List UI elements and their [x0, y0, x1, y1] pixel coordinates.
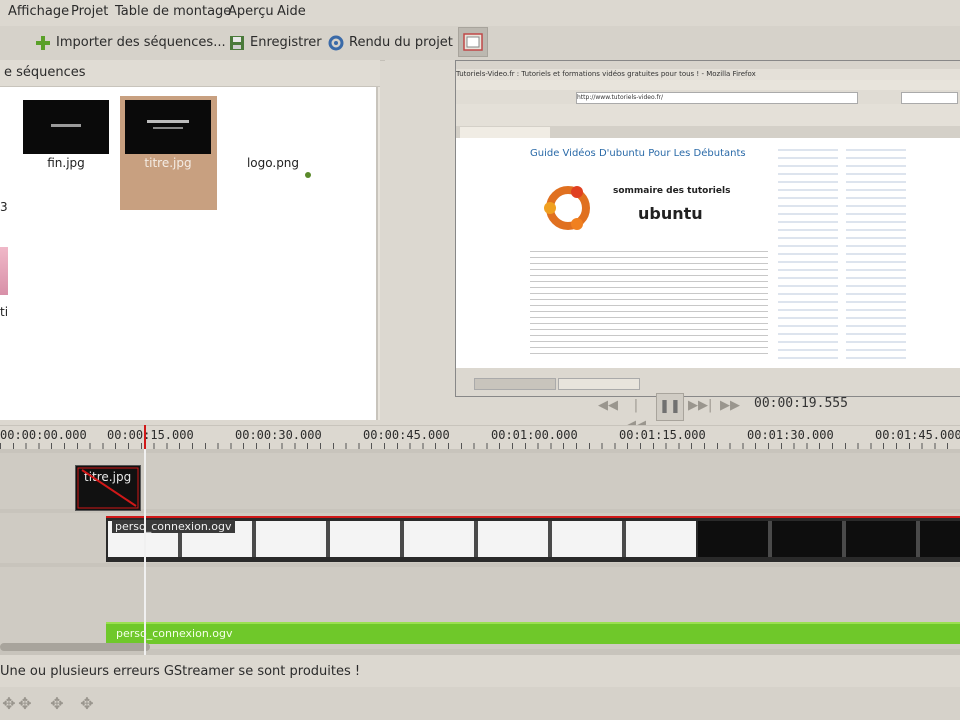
- menu-affichage[interactable]: Affichage: [8, 4, 69, 19]
- browser-search: [901, 92, 958, 104]
- unlink-button[interactable]: ✥: [16, 695, 34, 713]
- add-icon: [36, 35, 50, 50]
- menubar: Affichage Projet Table de montage Aperçu…: [0, 0, 960, 26]
- partial-item-label-2: ti: [0, 305, 9, 319]
- save-label: Enregistrer: [250, 35, 322, 50]
- menu-table-de-montage[interactable]: Table de montage: [115, 4, 231, 19]
- article-title: Guide Vidéos D'ubuntu Pour Les Débutants: [530, 148, 746, 159]
- ruler-tick-label: 00:00:30.000: [235, 428, 322, 442]
- thumb-titre: [125, 100, 211, 154]
- sidebar-column-1: [778, 143, 838, 363]
- import-button[interactable]: Importer des séquences...: [34, 32, 226, 54]
- clip-label-audio: perso_connexion.ogv: [116, 627, 233, 640]
- group-button[interactable]: ✥: [48, 695, 66, 713]
- rewind-button[interactable]: ◀◀: [596, 396, 620, 416]
- partial-item-label: 3: [0, 200, 8, 214]
- ruler-tick-label: 00:00:45.000: [363, 428, 450, 442]
- browser-title: Tutoriels-Video.fr : Tutoriels et format…: [456, 69, 960, 80]
- play-pause-button[interactable]: ❚❚: [656, 393, 684, 421]
- partial-item-thumb[interactable]: [0, 247, 8, 295]
- media-library: e séquences 3 ti fin.jpg titre.jpg logo.…: [0, 60, 380, 420]
- browser-tabs: [456, 126, 960, 138]
- browser-bookmarks: [456, 104, 960, 126]
- zoom-icon: ✥: [2, 694, 16, 713]
- taskbar-item: [474, 378, 556, 390]
- logo-line-1: sommaire des tutoriels: [613, 186, 731, 196]
- render-label: Rendu du projet: [349, 35, 453, 50]
- ubuntu-logo-icon: [544, 186, 590, 230]
- clip-video[interactable]: perso_connexion.ogv: [106, 516, 960, 562]
- transport-controls: ◀◀ |◀◀ ❚❚ ▶▶| ▶▶ 00:00:19.555: [590, 392, 960, 433]
- rewind-icon: ◀◀: [598, 398, 618, 413]
- clip-titre[interactable]: titre.jpg: [75, 465, 141, 511]
- web-article: Guide Vidéos D'ubuntu Pour Les Débutants…: [528, 138, 773, 368]
- pause-icon: ❚❚: [659, 399, 681, 414]
- playhead-marker[interactable]: [144, 425, 146, 449]
- thumb-label-logo: logo.png: [246, 156, 300, 170]
- forward-button[interactable]: ▶▶: [718, 396, 742, 416]
- clip-audio[interactable]: perso_connexion.ogv: [106, 622, 960, 644]
- previous-button[interactable]: |◀◀: [624, 396, 648, 433]
- unlink-icon: ✥: [18, 694, 32, 713]
- article-text-block: [530, 248, 768, 358]
- timeline: titre.jpg perso_connexion.ogv perso_conn…: [0, 449, 960, 655]
- thumb-text-mark: [153, 127, 183, 129]
- bottom-toolbar: ✥ ✥ ✥ ✥: [0, 687, 960, 720]
- toolbar: Importer des séquences... Enregistrer Re…: [0, 26, 960, 61]
- ruler-tick-label: 00:00:00.000: [0, 428, 87, 442]
- selected-item[interactable]: titre.jpg: [120, 96, 217, 210]
- ruler-tick-label: 00:01:00.000: [491, 428, 578, 442]
- thumb-label-titre: titre.jpg: [144, 156, 192, 170]
- render-icon: [328, 35, 344, 50]
- viewer-screen: Tutoriels-Video.fr : Tutoriels et format…: [455, 60, 960, 397]
- film-icon: [463, 33, 483, 51]
- browser-navbar: http://www.tutoriels-video.fr/: [456, 90, 960, 104]
- thumb-label-fin: fin.jpg: [47, 156, 85, 170]
- library-header: e séquences: [0, 60, 380, 87]
- import-label: Importer des séquences...: [56, 35, 226, 50]
- menu-apercu[interactable]: Aperçu: [228, 4, 274, 19]
- web-page: Guide Vidéos D'ubuntu Pour Les Débutants…: [456, 138, 960, 368]
- fullscreen-button[interactable]: [458, 27, 488, 57]
- menu-aide[interactable]: Aide: [277, 4, 306, 19]
- taskbar-item: [558, 378, 640, 390]
- ruler-tick-label: 00:01:45.000: [875, 428, 960, 442]
- timecode-display: 00:00:19.555: [754, 396, 848, 411]
- save-icon: [230, 35, 244, 50]
- video-thumbnails-dark: [698, 521, 960, 557]
- thumb-text-mark: [147, 120, 189, 123]
- browser-url: http://www.tutoriels-video.fr/: [576, 92, 858, 104]
- ruler-tick-label: 00:00:15.000: [107, 428, 194, 442]
- thumb-text-mark: [51, 124, 81, 127]
- logo-line-2: ubuntu: [638, 204, 703, 223]
- clip-label-video: perso_connexion.ogv: [112, 520, 235, 533]
- library-title: e séquences: [4, 65, 86, 80]
- align-button[interactable]: ✥: [78, 695, 96, 713]
- render-button[interactable]: Rendu du projet: [327, 32, 453, 54]
- save-button[interactable]: Enregistrer: [228, 32, 322, 54]
- playhead[interactable]: [144, 449, 146, 655]
- status-bar: Une ou plusieurs erreurs GStreamer se so…: [0, 657, 960, 687]
- thumb-fin[interactable]: [23, 100, 109, 154]
- ruler-tick-label: 00:01:15.000: [619, 428, 706, 442]
- sidebar-column-2: [846, 143, 906, 363]
- desktop-panel: [456, 61, 960, 69]
- forward-icon: ▶▶: [720, 398, 740, 413]
- ruler-tick-label: 00:01:30.000: [747, 428, 834, 442]
- thumb-logo[interactable]: [305, 172, 311, 178]
- browser-tab-active: [460, 127, 550, 138]
- group-icon: ✥: [50, 694, 64, 713]
- next-button[interactable]: ▶▶|: [688, 396, 712, 416]
- status-message: Une ou plusieurs erreurs GStreamer se so…: [0, 664, 361, 679]
- menu-projet[interactable]: Projet: [71, 4, 108, 19]
- skip-forward-icon: ▶▶|: [688, 398, 713, 413]
- align-icon: ✥: [80, 694, 94, 713]
- library-content: 3 ti fin.jpg titre.jpg logo.png: [0, 87, 378, 420]
- browser-menubar: [456, 80, 960, 90]
- timeline-scrollbar[interactable]: [0, 643, 150, 651]
- keyframe-line-icon: [77, 467, 139, 509]
